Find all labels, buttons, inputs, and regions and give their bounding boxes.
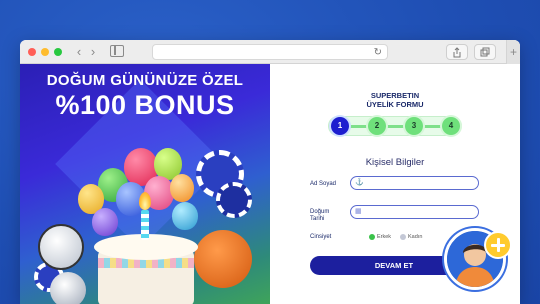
- promo-banner: DOĞUM GÜNÜNÜZE ÖZEL %100 BONUS: [20, 64, 270, 304]
- promo-headline: DOĞUM GÜNÜNÜZE ÖZEL: [46, 72, 244, 89]
- basketball: [194, 230, 252, 288]
- tabs-icon[interactable]: [474, 44, 496, 60]
- birth-date-label: Doğum Tarihi: [310, 209, 329, 223]
- stepper-line: [340, 125, 450, 128]
- calendar-icon: ▦: [355, 208, 362, 215]
- soccer-ball: [38, 224, 84, 270]
- step-4[interactable]: 4: [442, 117, 460, 135]
- plus-icon[interactable]: [484, 231, 512, 259]
- gender-radio-female[interactable]: [400, 234, 406, 240]
- flame-icon: [139, 192, 151, 210]
- birth-date-label-line1: Doğum: [310, 209, 330, 215]
- chevron-left-icon[interactable]: ‹: [72, 44, 86, 60]
- close-window-button[interactable]: [28, 48, 36, 56]
- plus-icon[interactable]: +: [506, 40, 520, 64]
- step-1[interactable]: 1: [331, 117, 349, 135]
- promo-bonus-text: %100 BONUS: [55, 90, 235, 120]
- reload-icon[interactable]: ↻: [374, 46, 382, 59]
- browser-titlebar: ‹ › ↻ +: [20, 40, 520, 64]
- candle-icon: [141, 210, 149, 240]
- name-label: Ad Soyad: [310, 181, 337, 187]
- chevron-right-icon[interactable]: ›: [86, 44, 100, 60]
- sidebar-toggle-icon[interactable]: [110, 45, 124, 57]
- form-brand: SUPERBETIN ÜYELİK FORMU: [270, 91, 520, 109]
- poker-chip-navy: [216, 182, 252, 218]
- birth-date-label-line2: Tarihi: [310, 216, 325, 222]
- minimize-window-button[interactable]: [41, 48, 49, 56]
- zoom-window-button[interactable]: [54, 48, 62, 56]
- address-bar[interactable]: ↻: [152, 44, 388, 60]
- form-heading: ÜYELİK FORMU: [366, 100, 424, 109]
- balloon-cyan: [172, 202, 198, 230]
- step-3[interactable]: 3: [405, 117, 423, 135]
- gender-option-male[interactable]: Erkek: [377, 233, 391, 241]
- gender-label: Cinsiyet: [310, 234, 332, 240]
- gender-radio-male[interactable]: [369, 234, 375, 240]
- balloon-purple: [92, 208, 118, 236]
- step-2[interactable]: 2: [368, 117, 386, 135]
- volleyball: [50, 272, 86, 304]
- section-title: Kişisel Bilgiler: [365, 157, 425, 168]
- birth-date-field[interactable]: ▦: [350, 205, 479, 219]
- name-field[interactable]: ⚓: [350, 176, 479, 190]
- user-icon: ⚓: [355, 179, 364, 186]
- balloon-orange: [170, 174, 194, 202]
- share-icon[interactable]: [446, 44, 468, 60]
- brand-name: SUPERBETIN: [370, 91, 420, 100]
- gender-option-female[interactable]: Kadın: [408, 233, 422, 241]
